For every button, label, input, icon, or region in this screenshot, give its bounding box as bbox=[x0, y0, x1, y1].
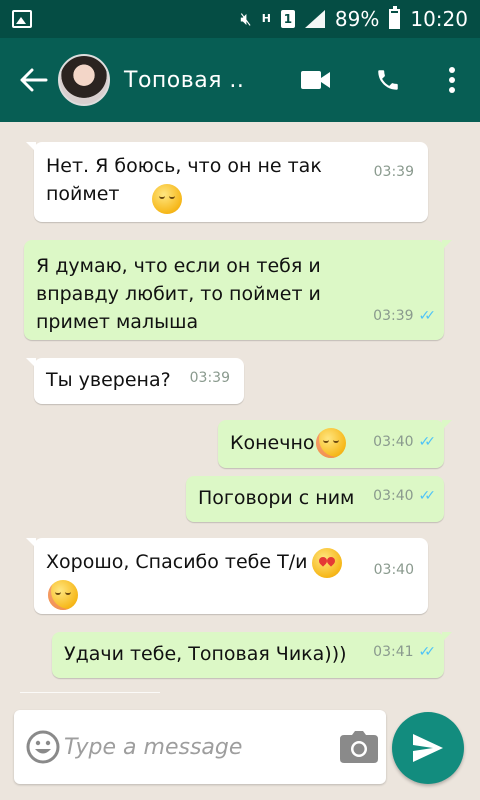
smiling-blush-emoji-icon bbox=[316, 428, 346, 458]
sim-badge: 1 bbox=[280, 10, 295, 28]
message-text: Конечно bbox=[230, 432, 315, 454]
read-ticks-icon: ✓✓ bbox=[418, 308, 437, 324]
message-text: Нет. Я боюсь, что он не так поймет bbox=[46, 155, 322, 205]
send-button[interactable] bbox=[392, 712, 464, 784]
chat-header: Топовая .. bbox=[0, 38, 480, 122]
message-time: 03:39 bbox=[189, 370, 230, 386]
message-time: 03:39 bbox=[373, 308, 414, 324]
message-time: 03:41 bbox=[373, 644, 414, 660]
message-text: Я думаю, что если он тебя и вправду люби… bbox=[36, 255, 321, 333]
battery-icon bbox=[389, 6, 401, 29]
network-type-indicator: H bbox=[261, 12, 271, 25]
read-ticks-icon: ✓✓ bbox=[418, 488, 437, 504]
divider bbox=[20, 692, 160, 693]
emoji-picker-button[interactable] bbox=[22, 719, 64, 775]
kissing-heart-emoji-icon bbox=[48, 580, 78, 610]
message-time: 03:40 bbox=[373, 562, 414, 578]
signal-icon bbox=[304, 10, 325, 28]
heart-eyes-emoji-icon bbox=[312, 548, 342, 578]
phone-icon bbox=[378, 70, 398, 90]
back-button[interactable] bbox=[10, 56, 58, 104]
camera-button[interactable] bbox=[338, 719, 380, 775]
message-text: Ты уверена? bbox=[46, 369, 171, 391]
gallery-notification-icon bbox=[12, 10, 32, 28]
message-bubble-incoming[interactable]: Хорошо, Спасибо тебе Т/и 03:40 bbox=[26, 538, 428, 614]
status-bar: 🔇︎ H 1 89% 10:20 bbox=[0, 0, 480, 38]
message-composer bbox=[14, 710, 386, 784]
video-call-button[interactable] bbox=[280, 50, 352, 110]
camera-icon bbox=[340, 731, 378, 763]
message-time: 03:40 bbox=[373, 434, 414, 450]
more-vert-icon bbox=[449, 67, 455, 93]
clock: 10:20 bbox=[410, 7, 468, 31]
battery-percent: 89% bbox=[334, 7, 380, 31]
message-list[interactable]: Нет. Я боюсь, что он не так поймет 03:39… bbox=[0, 122, 480, 702]
voice-call-button[interactable] bbox=[352, 50, 424, 110]
read-ticks-icon: ✓✓ bbox=[418, 644, 437, 660]
message-bubble-outgoing[interactable]: Поговори с ним 03:40 ✓✓ bbox=[186, 476, 444, 522]
message-bubble-outgoing[interactable]: Удачи тебе, Топовая Чика))) 03:41 ✓✓ bbox=[52, 632, 452, 678]
contact-avatar[interactable] bbox=[58, 54, 110, 106]
mute-icon: 🔇︎ bbox=[240, 8, 252, 30]
read-ticks-icon: ✓✓ bbox=[418, 434, 437, 450]
back-arrow-icon bbox=[20, 68, 48, 92]
message-time: 03:40 bbox=[373, 488, 414, 504]
video-call-icon bbox=[301, 71, 330, 89]
message-input[interactable] bbox=[64, 734, 338, 760]
message-bubble-outgoing[interactable]: Я думаю, что если он тебя и вправду люби… bbox=[24, 240, 452, 340]
smiley-icon bbox=[26, 730, 60, 764]
message-time: 03:39 bbox=[373, 164, 414, 180]
message-bubble-outgoing[interactable]: Конечно 03:40 ✓✓ bbox=[218, 420, 452, 468]
message-bubble-incoming[interactable]: Нет. Я боюсь, что он не так поймет 03:39 bbox=[26, 142, 428, 222]
message-bubble-incoming[interactable]: Ты уверена? 03:39 bbox=[26, 358, 244, 404]
send-icon bbox=[413, 734, 443, 762]
pensive-emoji-icon bbox=[152, 184, 182, 214]
contact-name[interactable]: Топовая .. bbox=[124, 68, 244, 93]
more-options-button[interactable] bbox=[424, 50, 480, 110]
